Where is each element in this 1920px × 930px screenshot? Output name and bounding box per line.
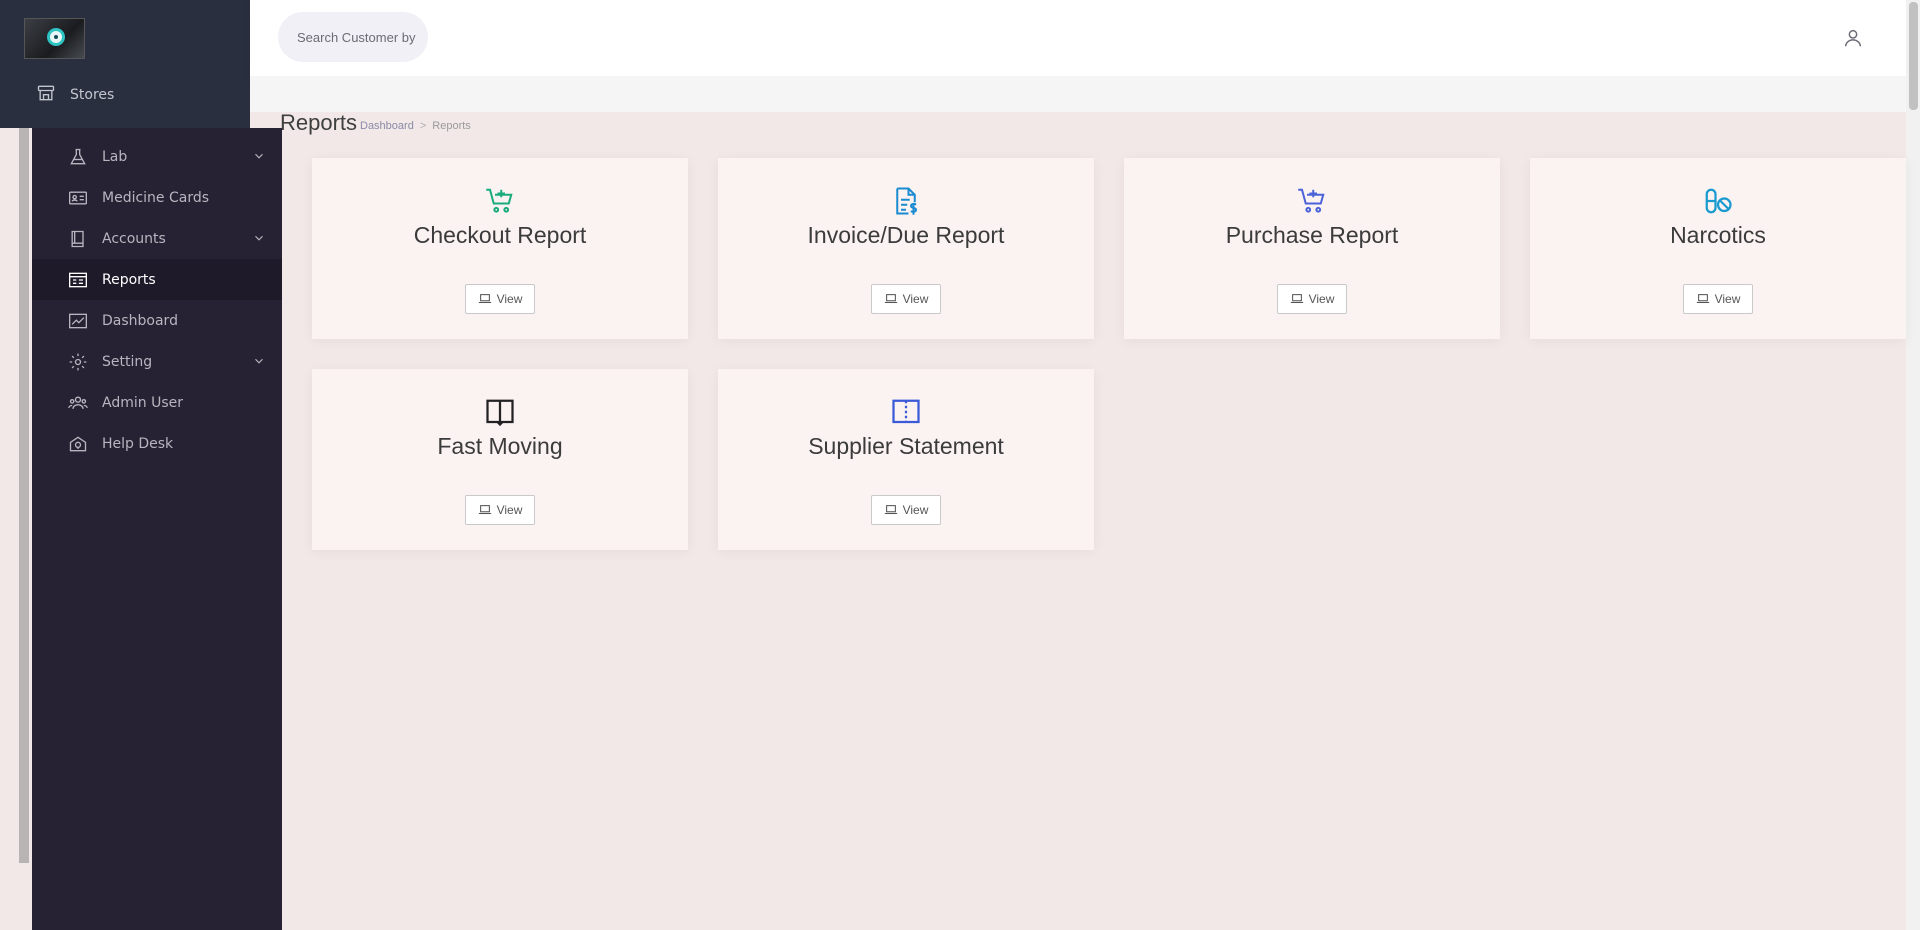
card-title: Checkout Report	[413, 222, 587, 248]
view-button[interactable]: View	[871, 495, 941, 525]
sidebar-item-label: Stores	[70, 87, 115, 103]
report-card-invoice-due: Invoice/Due Report View	[718, 158, 1094, 339]
page-scrollbar[interactable]	[1906, 0, 1920, 930]
report-card-supplier-statement: Supplier Statement View	[718, 369, 1094, 550]
sidebar-item-label: Dashboard	[102, 312, 178, 329]
chevron-down-icon[interactable]	[252, 354, 266, 368]
brand-area: Stores	[0, 0, 250, 128]
sidebar-item-label: Medicine Cards	[102, 189, 210, 206]
view-button[interactable]: View	[871, 284, 941, 314]
store-icon	[36, 83, 56, 107]
sidebar-item-dashboard[interactable]: Dashboard	[32, 300, 282, 341]
chevron-down-icon[interactable]	[252, 231, 266, 245]
invoice-icon	[896, 187, 918, 215]
users-icon	[68, 393, 88, 413]
header-sub-band	[250, 76, 1908, 112]
card-title: Purchase Report	[1225, 222, 1399, 248]
view-button[interactable]: View	[1683, 284, 1753, 314]
sidebar-item-stores[interactable]: Stores	[36, 83, 114, 107]
cart-plus-icon	[1298, 188, 1325, 213]
breadcrumb-dashboard-link[interactable]: Dashboard	[360, 120, 414, 132]
report-icon	[68, 270, 88, 290]
sidebar-item-setting[interactable]: Setting	[32, 341, 282, 382]
report-card-narcotics: Narcotics View	[1530, 158, 1906, 339]
laptop-icon	[478, 294, 491, 304]
sidebar: Lab Medicine Cards Accounts Reports Dash…	[32, 128, 282, 930]
view-button-label: View	[496, 503, 523, 517]
pills-icon	[1705, 188, 1732, 214]
sidebar-item-lab[interactable]: Lab	[32, 136, 282, 177]
breadcrumb: Dashboard > Reports	[360, 120, 471, 132]
help-icon	[68, 434, 88, 454]
view-button-label: View	[496, 292, 523, 306]
breadcrumb-separator: >	[419, 120, 427, 132]
top-header	[250, 0, 1908, 76]
laptop-icon	[884, 505, 897, 515]
gear-icon	[68, 352, 88, 372]
sidebar-item-admin-user[interactable]: Admin User	[32, 382, 282, 423]
sidebar-item-accounts[interactable]: Accounts	[32, 218, 282, 259]
scrollbar-thumb[interactable]	[1909, 2, 1918, 110]
flask-icon	[68, 147, 88, 167]
view-button-label: View	[902, 503, 929, 517]
book-icon	[68, 229, 88, 249]
view-button-label: View	[1714, 292, 1741, 306]
sidebar-item-label: Admin User	[102, 394, 183, 411]
sidebar-item-label: Help Desk	[102, 435, 174, 452]
sidebar-item-label: Lab	[102, 148, 128, 165]
card-title: Fast Moving	[437, 433, 563, 459]
report-card-purchase: Purchase Report View	[1124, 158, 1500, 339]
view-button[interactable]: View	[1277, 284, 1347, 314]
card-title: Narcotics	[1670, 222, 1766, 248]
laptop-icon	[884, 294, 897, 304]
view-button[interactable]: View	[465, 284, 535, 314]
page-title: Reports	[280, 110, 358, 135]
sidebar-item-label: Setting	[102, 353, 153, 370]
sidebar-item-medicine-cards[interactable]: Medicine Cards	[32, 177, 282, 218]
chart-icon	[68, 311, 88, 331]
view-button-label: View	[1308, 292, 1335, 306]
laptop-icon	[1696, 294, 1709, 304]
report-card-fast-moving: Fast Moving View	[312, 369, 688, 550]
sidebar-item-help-desk[interactable]: Help Desk	[32, 423, 282, 464]
cart-plus-icon	[486, 188, 513, 213]
app-logo[interactable]	[24, 18, 85, 59]
sidebar-item-label: Accounts	[102, 230, 166, 247]
laptop-icon	[1290, 294, 1303, 304]
card-title: Invoice/Due Report	[807, 222, 1005, 248]
view-button-label: View	[902, 292, 929, 306]
sidebar-item-label: Reports	[102, 271, 156, 288]
chevron-down-icon[interactable]	[252, 149, 266, 163]
id-card-icon	[68, 188, 88, 208]
breadcrumb-current: Reports	[432, 120, 471, 132]
sidebar-scroll-rail[interactable]	[19, 128, 29, 863]
open-book-icon	[486, 399, 514, 427]
view-button[interactable]: View	[465, 495, 535, 525]
card-title: Supplier Statement	[808, 433, 1004, 459]
sidebar-item-reports[interactable]: Reports	[32, 259, 282, 300]
open-book-icon	[892, 399, 920, 424]
user-icon[interactable]	[1842, 27, 1864, 49]
search-input[interactable]	[278, 12, 428, 62]
laptop-icon	[478, 505, 491, 515]
report-card-checkout: Checkout Report View	[312, 158, 688, 339]
